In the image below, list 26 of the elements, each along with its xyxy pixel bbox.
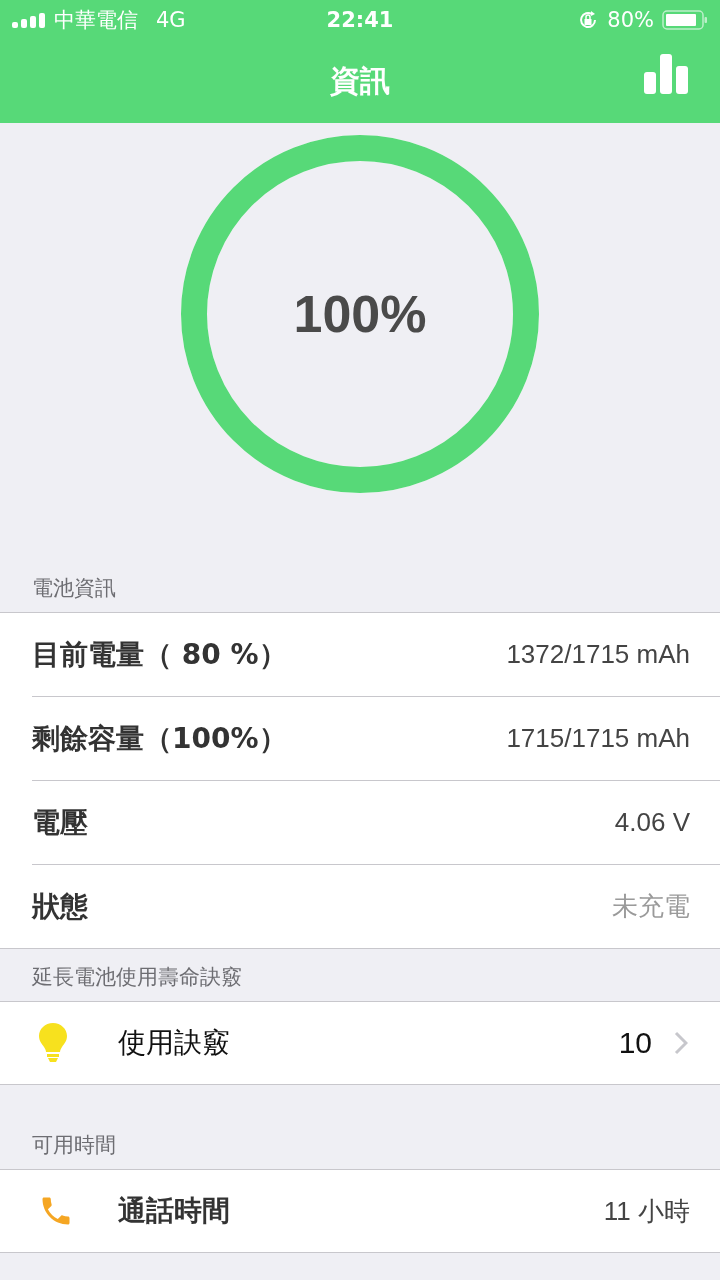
- battery-percent: 80%: [607, 8, 654, 32]
- page-title: 資訊: [330, 62, 390, 100]
- row-value: 未充電: [612, 890, 690, 923]
- section-header: 電池資訊: [31, 575, 117, 602]
- chevron-right-icon: [674, 1031, 688, 1055]
- row-value: 4.06 V: [614, 807, 690, 838]
- row-value: 11 小時: [603, 1194, 690, 1228]
- row-label: 目前電量（ 80 %）: [32, 636, 287, 673]
- section-header: 延長電池使用壽命訣竅: [31, 964, 243, 991]
- signal-icon: [12, 12, 46, 28]
- row-label: 通話時間: [118, 1193, 230, 1229]
- bar-chart-icon[interactable]: [644, 54, 688, 94]
- row-label: 電壓: [32, 804, 88, 841]
- row-value: 10: [618, 1026, 652, 1060]
- charge-percent: 100%: [293, 284, 427, 344]
- row-value: 1715/1715 mAh: [506, 723, 690, 754]
- lightbulb-icon: [38, 1022, 68, 1064]
- row-label: 使用訣竅: [118, 1025, 230, 1061]
- carrier-name: 中華電信: [54, 7, 138, 34]
- row-value: 1372/1715 mAh: [506, 639, 690, 670]
- row-label: 剩餘容量（100%）: [32, 720, 287, 757]
- clock-time: 22:41: [326, 8, 394, 32]
- row-label: 狀態: [32, 888, 88, 925]
- section-header: 可用時間: [31, 1132, 117, 1159]
- network-type: 4G: [156, 8, 186, 32]
- battery-icon: [662, 10, 708, 30]
